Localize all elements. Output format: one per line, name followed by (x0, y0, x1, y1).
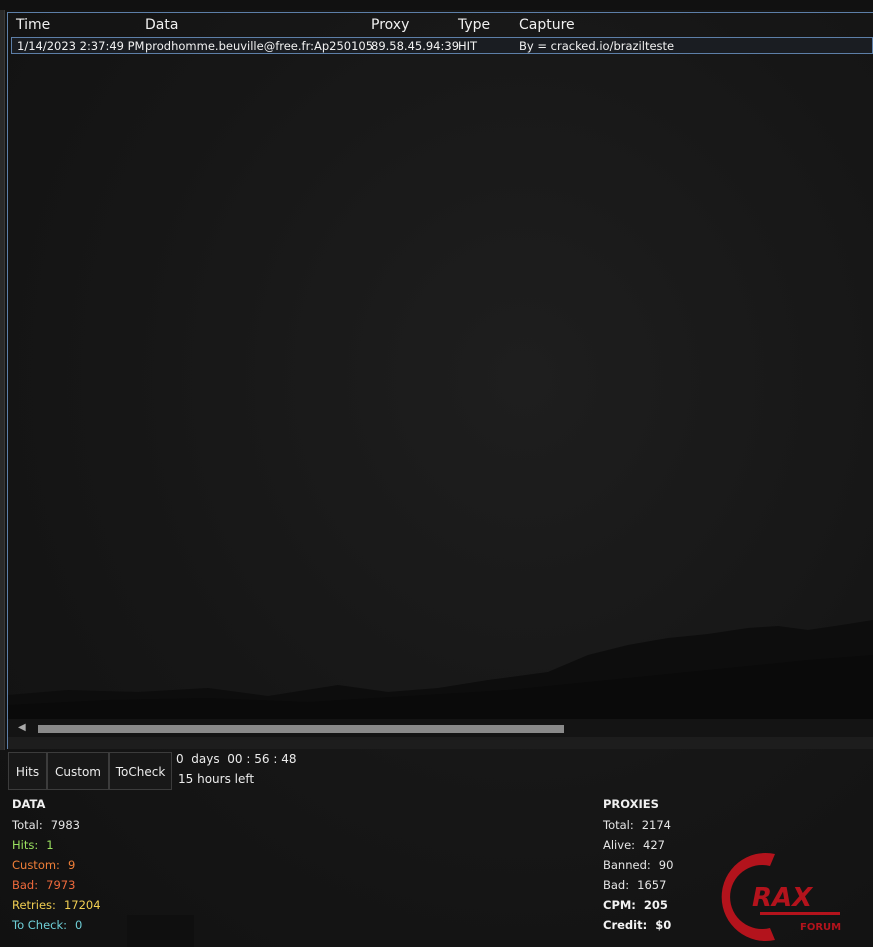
timer-minutes: 56 (254, 752, 270, 766)
cell-time: 1/14/2023 2:37:49 PM (17, 39, 145, 53)
timer-days: 0 (176, 752, 184, 766)
left-splitter[interactable] (0, 10, 5, 750)
list-footer (8, 737, 873, 749)
data-to-check: To Check: 0 (12, 918, 83, 932)
column-type[interactable]: Type (458, 17, 490, 33)
dark-block (127, 915, 194, 947)
data-bad: Bad: 7973 (12, 878, 76, 892)
proxies-bad: Bad: 1657 (603, 878, 667, 892)
scroll-left-icon[interactable]: ◀ (18, 722, 26, 733)
data-custom: Custom: 9 (12, 858, 76, 872)
timer-sep: : (273, 752, 278, 766)
data-hits: Hits: 1 (12, 838, 54, 852)
scroll-thumb[interactable] (38, 725, 564, 733)
top-strip (0, 0, 873, 10)
table-row[interactable]: 1/14/2023 2:37:49 PM prodhomme.beuville@… (11, 37, 873, 54)
time-left: 15 hours left (178, 772, 255, 786)
proxies-total: Total: 2174 (603, 818, 672, 832)
tab-custom[interactable]: Custom (47, 752, 109, 790)
tab-tocheck[interactable]: ToCheck (109, 752, 172, 790)
timer-days-label: days (191, 752, 220, 766)
logo-sub: FORUM (800, 922, 841, 933)
data-total: Total: 7983 (12, 818, 81, 832)
cell-data: prodhomme.beuville@free.fr:Ap250105 (145, 39, 374, 53)
results-list[interactable]: Time Data Proxy Type Capture 1/14/2023 2… (7, 12, 873, 749)
proxies-credit: Credit: $0 (603, 918, 672, 932)
timer-sep: : (246, 752, 251, 766)
horizontal-scrollbar[interactable]: ◀ (8, 719, 873, 737)
data-stats-title: DATA (12, 797, 46, 811)
proxies-banned: Banned: 90 (603, 858, 674, 872)
proxies-alive: Alive: 427 (603, 838, 665, 852)
elapsed-timer: 0 days 00 : 56 : 48 (176, 752, 297, 766)
cell-capture: By = cracked.io/brazilteste (519, 39, 675, 53)
timer-hours: 00 (227, 752, 243, 766)
data-retries: Retries: 17204 (12, 898, 101, 912)
column-time[interactable]: Time (16, 17, 50, 33)
column-data[interactable]: Data (145, 17, 178, 33)
column-capture[interactable]: Capture (519, 17, 575, 33)
tab-hits[interactable]: Hits (8, 752, 47, 790)
proxies-cpm: CPM: 205 (603, 898, 668, 912)
list-header: Time Data Proxy Type Capture (8, 13, 873, 35)
cell-proxy: 89.58.45.94:39 (371, 39, 460, 53)
cell-type: HIT (458, 39, 478, 53)
timer-seconds: 48 (281, 752, 297, 766)
logo-text: RAX (752, 883, 814, 913)
column-proxy[interactable]: Proxy (371, 17, 409, 33)
crax-forum-logo: RAX FORUM (721, 853, 841, 941)
proxies-stats-title: PROXIES (603, 797, 659, 811)
